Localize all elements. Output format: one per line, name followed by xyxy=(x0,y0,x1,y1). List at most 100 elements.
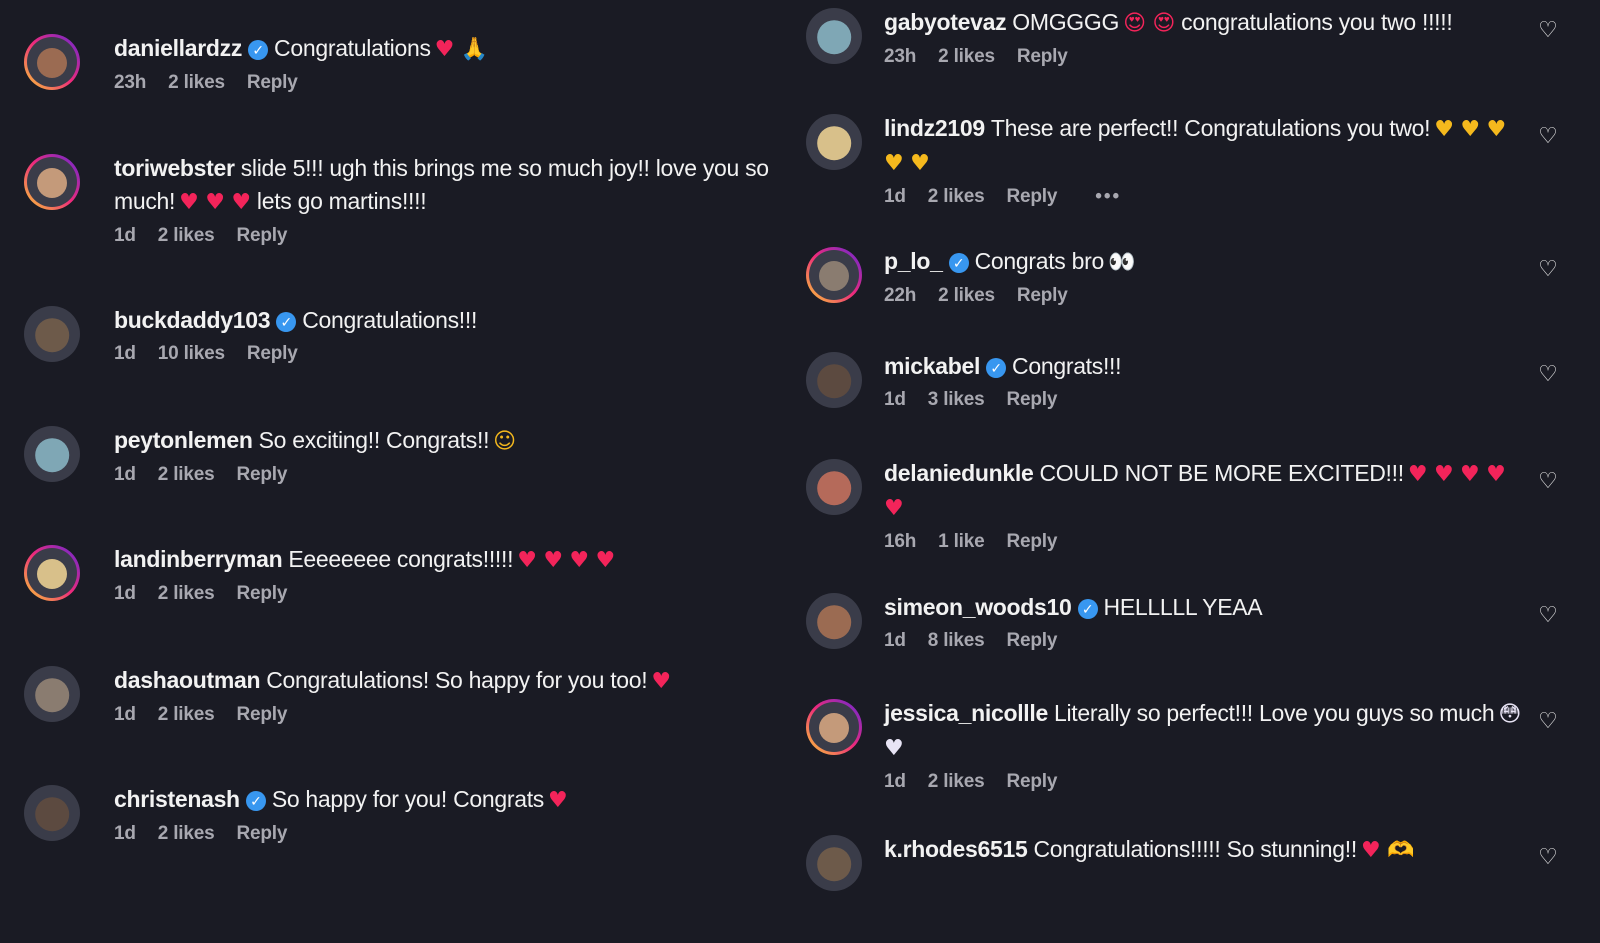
like-heart-icon[interactable]: ♡ xyxy=(1536,709,1560,733)
comment-body: gabyotevaz OMGGGG 😍 😍 congratulations you … xyxy=(884,6,1530,68)
comment-item: k.rhodes6515 Congratulations!!!!! So stun… xyxy=(800,833,1600,943)
comment-username[interactable]: dashaoutman xyxy=(114,667,261,693)
comment-like-count[interactable]: 1 like xyxy=(938,531,985,552)
comment-username[interactable]: p_lo_ xyxy=(884,248,943,274)
avatar[interactable] xyxy=(24,545,80,601)
like-heart-icon[interactable]: ♡ xyxy=(1536,257,1560,281)
reply-button[interactable]: Reply xyxy=(1007,771,1058,792)
avatar[interactable] xyxy=(806,114,862,170)
avatar[interactable] xyxy=(24,34,80,90)
comment-message: Congratulations xyxy=(274,35,431,61)
reply-button[interactable]: Reply xyxy=(1006,531,1057,552)
comment-username[interactable]: peytonlemen xyxy=(114,427,253,453)
avatar[interactable] xyxy=(806,8,862,64)
comment-username[interactable]: christenash xyxy=(114,786,240,812)
avatar[interactable] xyxy=(24,154,80,210)
comment-like-count[interactable]: 2 likes xyxy=(938,46,995,67)
comment-username[interactable]: gabyotevaz xyxy=(884,9,1007,35)
avatar[interactable] xyxy=(806,835,862,891)
avatar[interactable] xyxy=(806,247,862,303)
comment-username[interactable]: daniellardzz xyxy=(114,35,242,61)
avatar[interactable] xyxy=(806,352,862,408)
comment-like-count[interactable]: 3 likes xyxy=(928,389,985,410)
comment-like-count[interactable]: 2 likes xyxy=(928,771,985,792)
comment-body: christenash ✓ So happy for you! Congrats ♥ 1… xyxy=(114,783,790,845)
reply-button[interactable]: Reply xyxy=(237,583,288,604)
avatar-image xyxy=(37,168,67,198)
reply-button[interactable]: Reply xyxy=(237,704,288,725)
comment-message: So exciting!! Congrats!! xyxy=(258,427,490,453)
like-heart-icon[interactable]: ♡ xyxy=(1536,469,1560,493)
reply-button[interactable]: Reply xyxy=(1007,630,1058,651)
reply-button[interactable]: Reply xyxy=(247,343,298,364)
verified-badge-icon: ✓ xyxy=(276,312,297,332)
like-heart-icon[interactable]: ♡ xyxy=(1536,603,1560,627)
comment-text: delaniedunkle COULD NOT BE MORE EXCITED!!… xyxy=(884,457,1530,525)
like-heart-icon[interactable]: ♡ xyxy=(1536,124,1560,148)
comment-text: mickabel ✓ Congrats!!! xyxy=(884,350,1530,383)
comment-like-count[interactable]: 2 likes xyxy=(158,823,215,844)
comment-timestamp: 1d xyxy=(114,464,136,485)
reply-button[interactable]: Reply xyxy=(1007,389,1058,410)
like-heart-icon[interactable]: ♡ xyxy=(1536,845,1560,869)
avatar-image xyxy=(817,364,851,398)
avatar-image xyxy=(35,318,69,352)
comment-item: christenash ✓ So happy for you! Congrats ♥ 1… xyxy=(0,783,800,893)
avatar[interactable] xyxy=(24,785,80,841)
comment-body: daniellardzz ✓ Congratulations ♥ 🙏 23h 2 like… xyxy=(114,32,790,94)
avatar-image xyxy=(35,797,69,831)
avatar[interactable] xyxy=(24,426,80,482)
comment-like-count[interactable]: 2 likes xyxy=(158,583,215,604)
reply-button[interactable]: Reply xyxy=(237,225,288,246)
comment-like-count[interactable]: 2 likes xyxy=(158,225,215,246)
comment-like-count[interactable]: 2 likes xyxy=(158,464,215,485)
reply-button[interactable]: Reply xyxy=(1017,46,1068,67)
reply-button[interactable]: Reply xyxy=(1017,285,1068,306)
comment-meta: 1d 2 likes Reply xyxy=(884,771,1530,793)
avatar[interactable] xyxy=(24,306,80,362)
like-heart-icon[interactable]: ♡ xyxy=(1536,18,1560,42)
emoji-icon: ♥ 🫶 xyxy=(1360,838,1415,863)
comment-meta: 23h 2 likes Reply xyxy=(884,46,1530,68)
emoji-icon: 😍 😍 xyxy=(1123,11,1176,36)
comment-like-count[interactable]: 2 likes xyxy=(938,285,995,306)
comment-username[interactable]: buckdaddy103 xyxy=(114,307,270,333)
comment-meta: 1d 2 likes Reply xyxy=(114,464,790,486)
like-heart-icon[interactable]: ♡ xyxy=(1536,362,1560,386)
reply-button[interactable]: Reply xyxy=(247,72,298,93)
comment-username[interactable]: simeon_woods10 xyxy=(884,594,1072,620)
comment-username[interactable]: k.rhodes6515 xyxy=(884,836,1028,862)
avatar[interactable] xyxy=(806,699,862,755)
comment-like-count[interactable]: 2 likes xyxy=(168,72,225,93)
comment-username[interactable]: lindz2109 xyxy=(884,115,985,141)
comment-message: Congrats bro xyxy=(974,248,1105,274)
comment-like-count[interactable]: 2 likes xyxy=(158,704,215,725)
comment-username[interactable]: mickabel xyxy=(884,353,980,379)
avatar-image xyxy=(817,126,851,160)
comment-like-count[interactable]: 10 likes xyxy=(158,343,225,364)
comment-username[interactable]: toriwebster xyxy=(114,155,235,181)
comment-meta: 1d 8 likes Reply xyxy=(884,630,1530,652)
comment-meta: 1d 2 likes Reply xyxy=(114,823,790,845)
comment-like-count[interactable]: 8 likes xyxy=(928,630,985,651)
comment-item: toriwebster slide 5!!! ugh this brings me… xyxy=(0,152,800,262)
avatar[interactable] xyxy=(806,459,862,515)
avatar-image xyxy=(817,471,851,505)
reply-button[interactable]: Reply xyxy=(237,823,288,844)
comment-message: HELLLLL YEAA xyxy=(1103,594,1263,620)
avatar[interactable] xyxy=(806,593,862,649)
comment-username[interactable]: landinberryman xyxy=(114,546,283,572)
comment-body: p_lo_ ✓ Congrats bro 👀 22h 2 likes Reply xyxy=(884,245,1530,307)
comment-username[interactable]: jessica_nicollle xyxy=(884,700,1048,726)
more-options-icon[interactable]: ••• xyxy=(1095,186,1121,207)
comment-like-count[interactable]: 2 likes xyxy=(928,186,985,207)
reply-button[interactable]: Reply xyxy=(1007,186,1058,207)
comment-body: dashaoutman Congratulations! So happy for… xyxy=(114,664,790,726)
reply-button[interactable]: Reply xyxy=(237,464,288,485)
comment-username[interactable]: delaniedunkle xyxy=(884,460,1034,486)
comment-message: Congratulations! So happy for you too! xyxy=(266,667,648,693)
comment-timestamp: 1d xyxy=(114,704,136,725)
emoji-icon: ♥ xyxy=(548,788,568,813)
comment-timestamp: 16h xyxy=(884,531,917,552)
avatar[interactable] xyxy=(24,666,80,722)
